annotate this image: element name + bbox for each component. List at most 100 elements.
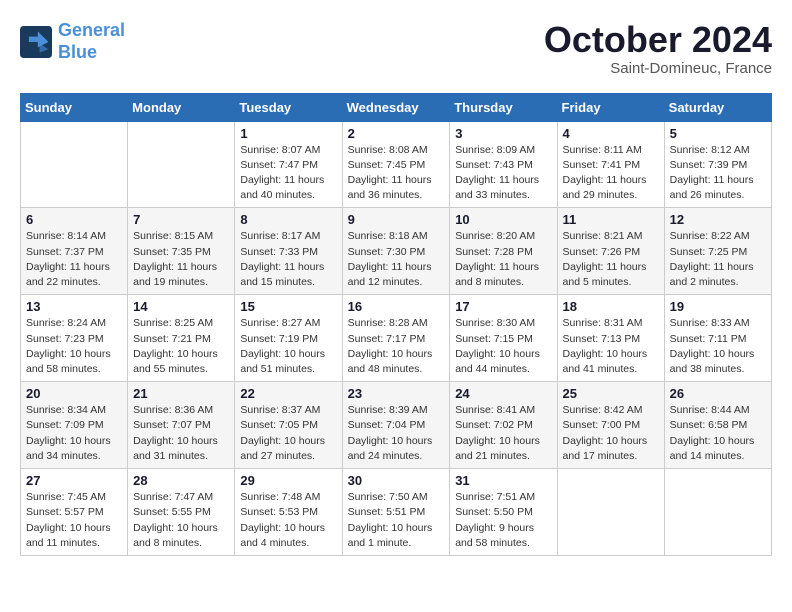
day-number: 1 [240,126,336,141]
calendar-cell: 11 Sunrise: 8:21 AMSunset: 7:26 PMDayligh… [557,208,664,295]
week-row-1: 1Sunrise: 8:07 AMSunset: 7:47 PMDaylight… [21,121,772,208]
title-block: October 2024 Saint-Domineuc, France [544,20,772,77]
column-header-wednesday: Wednesday [342,93,450,121]
day-number: 21 [133,386,229,401]
day-number: 17 [455,299,551,314]
calendar-cell: 19Sunrise: 8:33 AMSunset: 7:11 PMDayligh… [664,295,771,382]
calendar-cell: 8 Sunrise: 8:17 AMSunset: 7:33 PMDaylight… [235,208,342,295]
day-detail: Sunrise: 7:47 AMSunset: 5:55 PMDaylight:… [133,490,229,551]
calendar-cell: 9 Sunrise: 8:18 AMSunset: 7:30 PMDaylight… [342,208,450,295]
calendar-cell: 31Sunrise: 7:51 AMSunset: 5:50 PMDayligh… [450,469,557,556]
day-detail: Sunrise: 8:31 AMSunset: 7:13 PMDaylight:… [563,316,659,377]
day-number: 3 [455,126,551,141]
calendar-cell: 4 Sunrise: 8:11 AMSunset: 7:41 PMDaylight… [557,121,664,208]
calendar-cell: 24 Sunrise: 8:41 AMSunset: 7:02 PMDayligh… [450,382,557,469]
day-detail: Sunrise: 8:25 AMSunset: 7:21 PMDaylight:… [133,316,229,377]
calendar-cell: 14 Sunrise: 8:25 AMSunset: 7:21 PMDayligh… [128,295,235,382]
column-header-monday: Monday [128,93,235,121]
calendar-cell: 12Sunrise: 8:22 AMSunset: 7:25 PMDayligh… [664,208,771,295]
day-number: 2 [348,126,445,141]
calendar-cell: 3 Sunrise: 8:09 AMSunset: 7:43 PMDaylight… [450,121,557,208]
column-header-tuesday: Tuesday [235,93,342,121]
calendar-cell: 22 Sunrise: 8:37 AMSunset: 7:05 PMDayligh… [235,382,342,469]
day-detail: Sunrise: 8:36 AMSunset: 7:07 PMDaylight:… [133,403,229,464]
day-number: 26 [670,386,766,401]
day-number: 14 [133,299,229,314]
day-number: 29 [240,473,336,488]
day-number: 4 [563,126,659,141]
header-row: SundayMondayTuesdayWednesdayThursdayFrid… [21,93,772,121]
day-detail: Sunrise: 8:21 AMSunset: 7:26 PMDaylight:… [563,229,659,290]
day-number: 11 [563,212,659,227]
week-row-5: 27 Sunrise: 7:45 AMSunset: 5:57 PMDayligh… [21,469,772,556]
day-number: 23 [348,386,445,401]
day-number: 16 [348,299,445,314]
day-detail: Sunrise: 8:14 AMSunset: 7:37 PMDaylight:… [26,229,122,290]
column-header-thursday: Thursday [450,93,557,121]
calendar-cell: 16 Sunrise: 8:28 AMSunset: 7:17 PMDayligh… [342,295,450,382]
day-detail: Sunrise: 8:34 AMSunset: 7:09 PMDaylight:… [26,403,122,464]
day-number: 24 [455,386,551,401]
calendar-cell: 7Sunrise: 8:15 AMSunset: 7:35 PMDaylight… [128,208,235,295]
calendar-cell: 13 Sunrise: 8:24 AMSunset: 7:23 PMDayligh… [21,295,128,382]
day-detail: Sunrise: 8:33 AMSunset: 7:11 PMDaylight:… [670,316,766,377]
calendar-cell: 10 Sunrise: 8:20 AMSunset: 7:28 PMDayligh… [450,208,557,295]
day-detail: Sunrise: 8:42 AMSunset: 7:00 PMDaylight:… [563,403,659,464]
day-detail: Sunrise: 7:51 AMSunset: 5:50 PMDaylight:… [455,490,551,551]
calendar-cell: 1Sunrise: 8:07 AMSunset: 7:47 PMDaylight… [235,121,342,208]
calendar-cell: 17 Sunrise: 8:30 AMSunset: 7:15 PMDayligh… [450,295,557,382]
day-detail: Sunrise: 8:39 AMSunset: 7:04 PMDaylight:… [348,403,445,464]
week-row-3: 13 Sunrise: 8:24 AMSunset: 7:23 PMDayligh… [21,295,772,382]
day-detail: Sunrise: 8:44 AMSunset: 6:58 PMDaylight:… [670,403,766,464]
calendar-cell [21,121,128,208]
day-number: 8 [240,212,336,227]
day-detail: Sunrise: 8:41 AMSunset: 7:02 PMDaylight:… [455,403,551,464]
day-number: 6 [26,212,122,227]
day-number: 28 [133,473,229,488]
day-detail: Sunrise: 8:30 AMSunset: 7:15 PMDaylight:… [455,316,551,377]
calendar-cell: 26 Sunrise: 8:44 AMSunset: 6:58 PMDayligh… [664,382,771,469]
calendar-cell: 30Sunrise: 7:50 AMSunset: 5:51 PMDayligh… [342,469,450,556]
day-number: 10 [455,212,551,227]
calendar-cell: 25 Sunrise: 8:42 AMSunset: 7:00 PMDayligh… [557,382,664,469]
week-row-2: 6 Sunrise: 8:14 AMSunset: 7:37 PMDaylight… [21,208,772,295]
day-detail: Sunrise: 8:28 AMSunset: 7:17 PMDaylight:… [348,316,445,377]
day-detail: Sunrise: 8:37 AMSunset: 7:05 PMDaylight:… [240,403,336,464]
day-number: 7 [133,212,229,227]
day-detail: Sunrise: 8:17 AMSunset: 7:33 PMDaylight:… [240,229,336,290]
day-detail: Sunrise: 7:48 AMSunset: 5:53 PMDaylight:… [240,490,336,551]
day-detail: Sunrise: 8:12 AMSunset: 7:39 PMDaylight:… [670,143,766,204]
calendar-cell: 15Sunrise: 8:27 AMSunset: 7:19 PMDayligh… [235,295,342,382]
month-title: October 2024 [544,20,772,60]
calendar-cell: 28 Sunrise: 7:47 AMSunset: 5:55 PMDayligh… [128,469,235,556]
day-detail: Sunrise: 7:45 AMSunset: 5:57 PMDaylight:… [26,490,122,551]
calendar-table: SundayMondayTuesdayWednesdayThursdayFrid… [20,93,772,556]
day-detail: Sunrise: 8:11 AMSunset: 7:41 PMDaylight:… [563,143,659,204]
calendar-cell: 20 Sunrise: 8:34 AMSunset: 7:09 PMDayligh… [21,382,128,469]
calendar-cell: 6 Sunrise: 8:14 AMSunset: 7:37 PMDaylight… [21,208,128,295]
day-number: 13 [26,299,122,314]
logo-text: General Blue [58,20,125,63]
location-subtitle: Saint-Domineuc, France [544,60,772,77]
day-number: 15 [240,299,336,314]
day-number: 18 [563,299,659,314]
day-detail: Sunrise: 8:24 AMSunset: 7:23 PMDaylight:… [26,316,122,377]
day-number: 9 [348,212,445,227]
calendar-cell: 27 Sunrise: 7:45 AMSunset: 5:57 PMDayligh… [21,469,128,556]
day-number: 5 [670,126,766,141]
day-detail: Sunrise: 8:22 AMSunset: 7:25 PMDaylight:… [670,229,766,290]
calendar-cell: 2 Sunrise: 8:08 AMSunset: 7:45 PMDaylight… [342,121,450,208]
day-number: 22 [240,386,336,401]
day-detail: Sunrise: 8:18 AMSunset: 7:30 PMDaylight:… [348,229,445,290]
calendar-cell: 23 Sunrise: 8:39 AMSunset: 7:04 PMDayligh… [342,382,450,469]
day-number: 25 [563,386,659,401]
day-number: 20 [26,386,122,401]
calendar-cell [128,121,235,208]
day-detail: Sunrise: 8:20 AMSunset: 7:28 PMDaylight:… [455,229,551,290]
calendar-cell: 29 Sunrise: 7:48 AMSunset: 5:53 PMDayligh… [235,469,342,556]
day-detail: Sunrise: 8:08 AMSunset: 7:45 PMDaylight:… [348,143,445,204]
day-detail: Sunrise: 8:09 AMSunset: 7:43 PMDaylight:… [455,143,551,204]
calendar-cell [664,469,771,556]
column-header-friday: Friday [557,93,664,121]
day-number: 27 [26,473,122,488]
